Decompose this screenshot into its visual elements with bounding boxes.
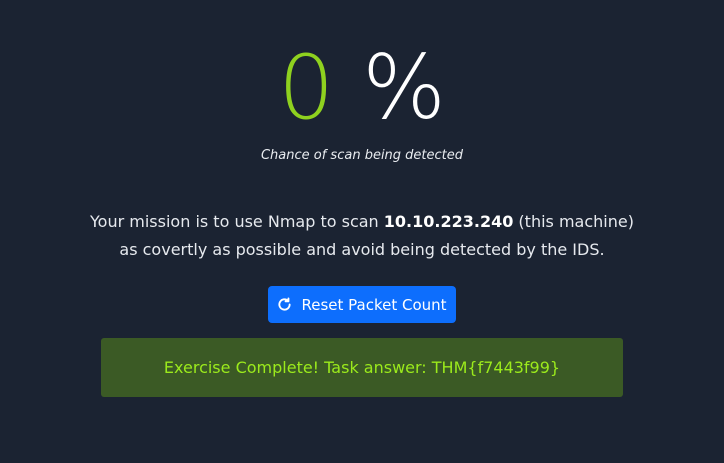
detection-caption: Chance of scan being detected [260, 148, 464, 163]
mission-line1-prefix: Your mission is to use Nmap to scan [90, 212, 384, 231]
result-text: Exercise Complete! Task answer: THM{f744… [163, 358, 561, 377]
mission-line1-suffix: (this machine) [513, 212, 634, 231]
detection-value: 0 [278, 36, 335, 139]
mission-text: Your mission is to use Nmap to scan 10.1… [0, 208, 724, 264]
reset-button-label: Reset Packet Count [301, 295, 447, 314]
percent-sign: % [362, 36, 446, 139]
reset-packet-count-button[interactable]: Reset Packet Count [268, 286, 456, 323]
mission-line2: as covertly as possible and avoid being … [119, 240, 605, 259]
exercise-result-alert: Exercise Complete! Task answer: THM{f744… [101, 338, 623, 397]
target-ip: 10.10.223.240 [383, 212, 514, 231]
refresh-icon [277, 297, 292, 312]
detection-percentage: 0% [0, 38, 724, 138]
